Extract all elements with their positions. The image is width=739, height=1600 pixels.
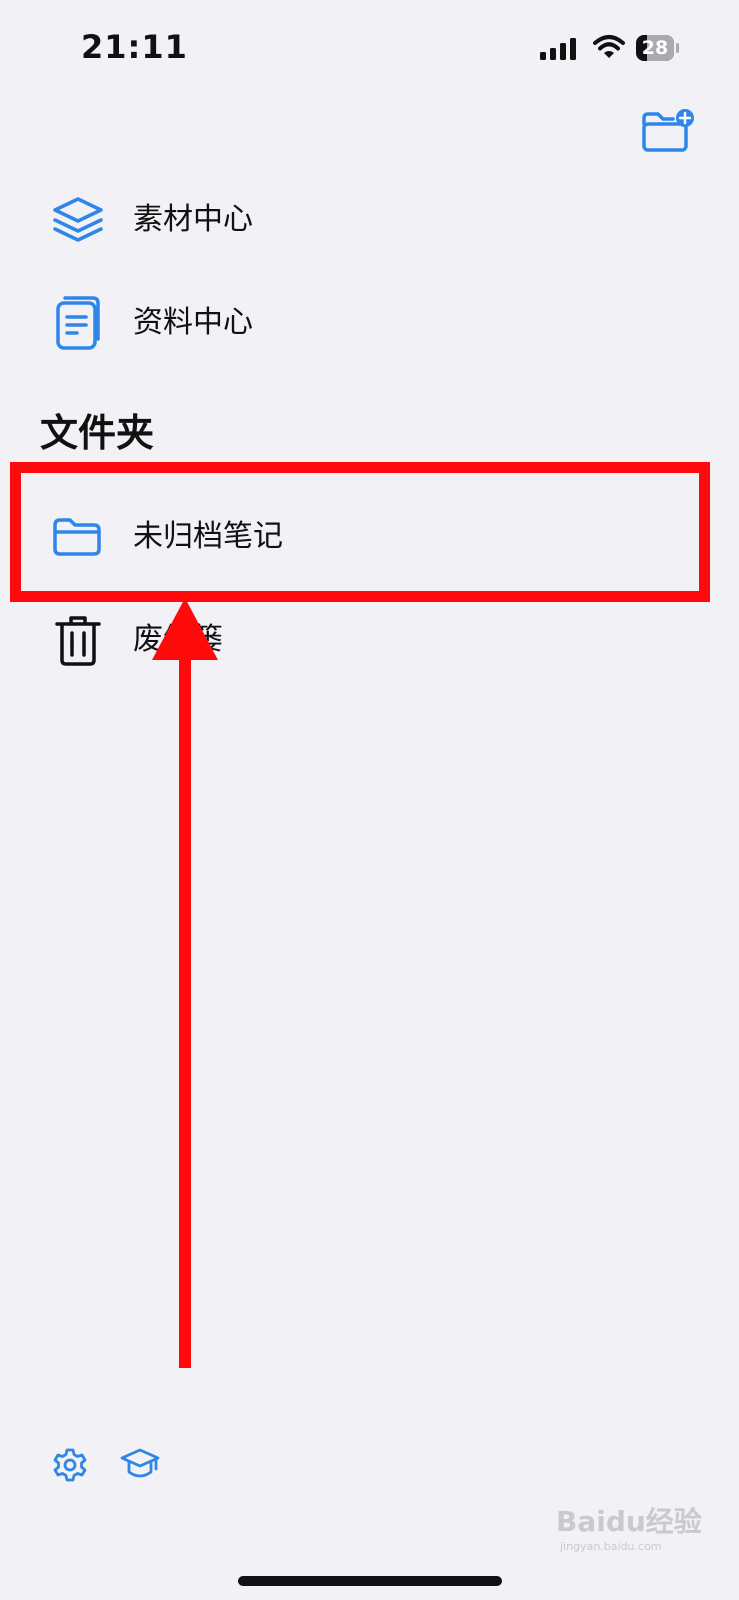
- settings-button[interactable]: [52, 1447, 88, 1487]
- nav-item-label: 素材中心: [133, 202, 253, 237]
- home-indicator[interactable]: [238, 1576, 502, 1586]
- folder-add-icon: [642, 109, 694, 152]
- document-icon: [56, 296, 100, 350]
- watermark-url: jingyan.baidu.com: [560, 1540, 662, 1553]
- wifi-icon: [593, 35, 625, 58]
- annotation-arrow-icon: [152, 598, 218, 1368]
- nav-item-documents[interactable]: 资料中心: [0, 283, 739, 363]
- status-time: 21:11: [81, 28, 188, 66]
- annotation-highlight-box: [10, 462, 710, 602]
- status-bar: 21:11 28: [0, 0, 739, 100]
- learn-button[interactable]: [120, 1447, 160, 1487]
- folders-section-title: 文件夹: [40, 411, 155, 455]
- new-folder-button[interactable]: [640, 108, 696, 154]
- nav-item-label: 资料中心: [133, 305, 253, 340]
- gear-icon: [53, 1448, 87, 1482]
- folder-item-trash[interactable]: 废纸篓: [0, 600, 739, 680]
- trash-icon: [55, 616, 101, 666]
- watermark: Baidu经验: [556, 1505, 702, 1538]
- graduation-cap-icon: [120, 1448, 160, 1478]
- cellular-signal-icon: [540, 38, 576, 60]
- battery-level: 28: [641, 37, 669, 59]
- stack-layers-icon: [53, 197, 103, 242]
- nav-item-materials[interactable]: 素材中心: [0, 180, 739, 260]
